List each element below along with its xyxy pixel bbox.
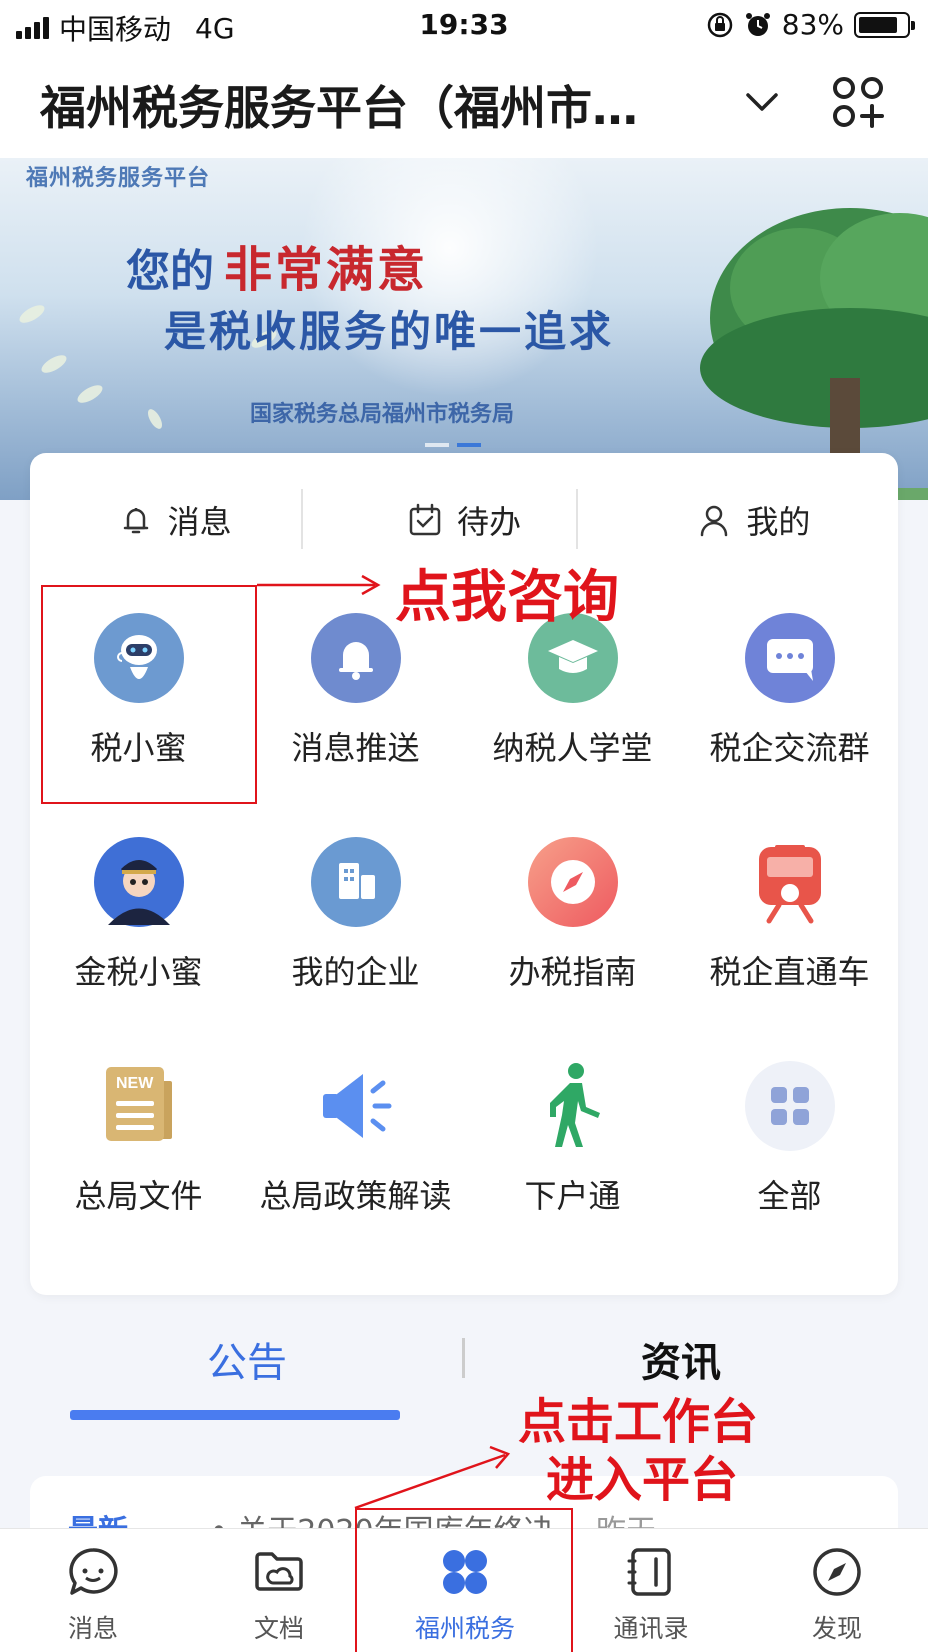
grid-all-icon xyxy=(745,1061,835,1151)
add-app-icon[interactable] xyxy=(830,74,886,130)
svg-text:NEW: NEW xyxy=(116,1075,154,1092)
contacts-icon xyxy=(627,1548,671,1596)
news-tabs: 公告 资讯 xyxy=(30,1330,898,1420)
promo-banner[interactable]: 福州税务服务平台 您的 非常满意 是税收服务的唯一追求 国家税务总局福州市税务局 xyxy=(0,158,928,500)
chevron-down-icon[interactable] xyxy=(740,80,784,124)
banner-pager xyxy=(425,443,481,447)
rotation-lock-icon xyxy=(707,12,733,37)
app-tax-guide[interactable]: 办税指南 xyxy=(464,837,681,1037)
app-tax-exchange-group[interactable]: 税企交流群 xyxy=(681,613,898,813)
annotation-consult: 点我咨询 xyxy=(395,565,619,630)
person-icon xyxy=(701,505,728,537)
walking-person-icon xyxy=(550,1063,600,1147)
chat-bubble-icon xyxy=(69,1548,118,1595)
train-icon xyxy=(759,845,821,924)
chat-icon xyxy=(745,613,835,703)
nav-documents[interactable]: 文档 xyxy=(186,1529,372,1652)
battery-icon xyxy=(854,11,915,38)
tab-news[interactable]: 资讯 xyxy=(464,1330,898,1388)
folder-cloud-icon xyxy=(255,1552,303,1591)
battery-percent: 83% xyxy=(781,8,844,41)
quick-tab-messages[interactable]: 消息 xyxy=(30,489,319,551)
alarm-icon xyxy=(745,12,770,36)
app-tax-express[interactable]: 税企直通车 xyxy=(681,837,898,1037)
app-header: 福州税务服务平台（福州市… xyxy=(0,50,928,158)
banner-headline: 您的 非常满意 xyxy=(126,242,429,298)
banner-subheadline: 是税收服务的唯一追求 xyxy=(164,307,615,356)
app-taxpayer-school[interactable]: 纳税人学堂 xyxy=(464,613,681,813)
app-headquarters-documents[interactable]: NEW 总局文件 xyxy=(30,1061,247,1261)
annotation-workbench-2: 进入平台 xyxy=(546,1452,739,1508)
banner-brand: 福州税务服务平台 xyxy=(26,166,211,191)
bell-icon xyxy=(311,613,401,703)
building-icon xyxy=(311,837,401,927)
highlight-box-shui-xiaomi xyxy=(41,585,257,804)
bell-icon xyxy=(123,508,148,534)
tab-announcements[interactable]: 公告 xyxy=(30,1330,464,1388)
calendar-check-icon xyxy=(409,503,441,536)
nav-messages[interactable]: 消息 xyxy=(0,1529,186,1652)
app-golden-tax-xiaomi[interactable]: 金税小蜜 xyxy=(30,837,247,1037)
banner-organization: 国家税务总局福州市税务局 xyxy=(250,402,515,427)
nav-contacts[interactable]: 通讯录 xyxy=(558,1529,744,1652)
officer-avatar-icon xyxy=(94,837,184,927)
app-all[interactable]: 全部 xyxy=(681,1061,898,1261)
highlight-box-workbench xyxy=(355,1508,573,1652)
app-policy-interpretation[interactable]: 总局政策解读 xyxy=(247,1061,464,1261)
compass-icon xyxy=(813,1548,861,1596)
nav-discover[interactable]: 发现 xyxy=(744,1529,928,1652)
app-my-enterprise[interactable]: 我的企业 xyxy=(247,837,464,1037)
quick-tab-mine[interactable]: 我的 xyxy=(609,489,898,551)
quick-tab-todo[interactable]: 待办 xyxy=(319,489,608,551)
new-document-icon: NEW xyxy=(106,1067,172,1141)
app-message-push[interactable]: 消息推送 xyxy=(247,613,464,813)
quick-tabs: 消息 待办 我的 xyxy=(30,489,898,551)
app-household-visit[interactable]: 下户通 xyxy=(464,1061,681,1261)
active-tab-indicator xyxy=(70,1410,400,1420)
compass-icon xyxy=(528,837,618,927)
page-title[interactable]: 福州税务服务平台（福州市… xyxy=(40,72,700,138)
status-bar: 中国移动 4G 19:33 83% xyxy=(0,0,928,50)
speaker-icon xyxy=(323,1074,392,1138)
